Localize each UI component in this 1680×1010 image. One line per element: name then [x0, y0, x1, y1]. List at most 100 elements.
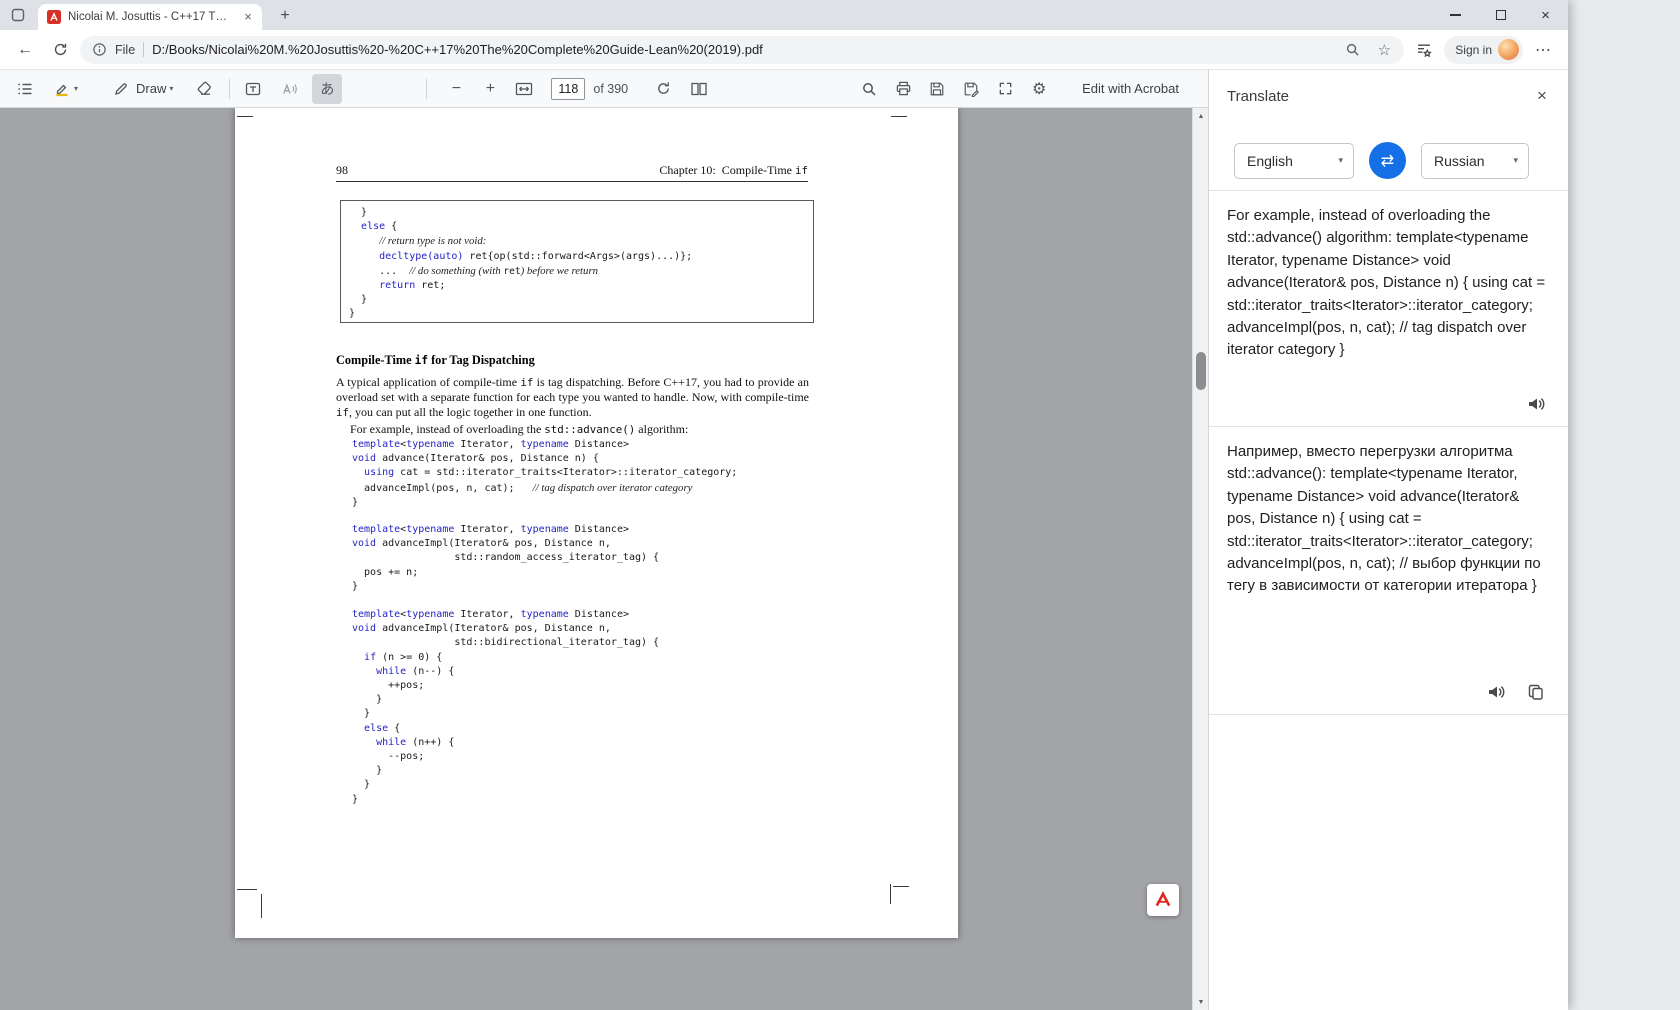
code-line: return ret; [349, 279, 813, 293]
text-segment: Compile-Time [336, 353, 415, 367]
text-segment: typename [406, 439, 455, 450]
tab-close-icon[interactable]: × [240, 9, 256, 25]
print-icon[interactable] [888, 74, 918, 104]
url-field[interactable]: File D:/Books/Nicolai%20M.%20Josuttis%20… [80, 35, 1405, 64]
text-segment: { [385, 221, 398, 233]
code-line: } [352, 693, 659, 707]
swap-languages-button[interactable]: ⇄ [1369, 142, 1406, 179]
scroll-down-icon[interactable]: ▼ [1193, 994, 1208, 1010]
text-segment: if [794, 164, 808, 177]
copy-icon[interactable] [1524, 680, 1548, 704]
text-segment: std::bidirectional_iterator_tag) { [352, 637, 660, 649]
open-in-acrobat-button[interactable] [1147, 884, 1179, 916]
draw-pen-icon[interactable] [108, 74, 134, 104]
text-segment: (n++) { [406, 736, 455, 748]
code-line: else { [352, 722, 659, 736]
window-close-button[interactable]: × [1523, 0, 1568, 30]
draw-dropdown-icon[interactable]: ▾ [169, 84, 173, 93]
text-segment: } [352, 779, 371, 791]
fit-to-width-icon[interactable] [509, 74, 539, 104]
zoom-out-icon[interactable]: − [441, 74, 471, 104]
text-segment: } [349, 308, 356, 320]
text-segment: typename [406, 609, 455, 620]
edit-with-acrobat-button[interactable]: Edit with Acrobat [1072, 74, 1189, 104]
text-segment [349, 221, 361, 232]
refresh-icon[interactable] [45, 35, 75, 65]
sign-in-button[interactable]: Sign in [1444, 35, 1523, 64]
table-of-contents-icon[interactable] [10, 74, 40, 104]
maximize-button[interactable] [1478, 0, 1523, 30]
active-tab[interactable]: Nicolai M. Josuttis - C++17 The C × [38, 4, 262, 30]
info-icon[interactable] [92, 42, 107, 57]
text-segment: else [361, 221, 386, 233]
new-tab-button[interactable]: + [272, 4, 298, 28]
code-line: // return type is not void: [349, 234, 813, 249]
code-line: template<typename Iterator, typename Dis… [352, 523, 659, 537]
text-segment: typename [520, 524, 569, 535]
more-menu-icon[interactable]: ⋯ [1528, 35, 1558, 65]
text-segment: { [388, 722, 401, 734]
save-as-icon[interactable] [956, 74, 986, 104]
read-aloud-icon[interactable] [274, 74, 304, 104]
code-line: while (n--) { [352, 665, 659, 679]
text-segment: Chapter 10: Compile-Time [659, 163, 795, 177]
text-segment: (n--) { [406, 665, 455, 677]
text-segment: algorithm: [635, 422, 689, 436]
text-segment: if [336, 405, 350, 419]
favorites-hub-icon[interactable] [1409, 35, 1439, 65]
target-language-select[interactable]: Russian ▾ [1421, 142, 1529, 179]
running-head: Chapter 10: Compile-Time if [659, 163, 808, 178]
translate-icon[interactable]: あ [312, 73, 343, 104]
toolbar-separator [229, 78, 231, 99]
text-segment: ret; [415, 280, 446, 292]
settings-gear-icon[interactable]: ⚙ [1024, 74, 1054, 104]
text-segment: advance(Iterator& pos, Distance n) { [376, 453, 599, 465]
zoom-in-icon[interactable]: + [475, 74, 505, 104]
framed-code-box: } else { // return type is not void: dec… [340, 200, 814, 323]
listen-target-icon[interactable] [1484, 680, 1508, 704]
text-segment: Distance> [568, 524, 629, 535]
highlight-icon[interactable] [50, 74, 74, 104]
pdf-file-icon [47, 10, 61, 24]
text-segment: } [352, 765, 383, 777]
text-segment: ) before we return [520, 264, 599, 277]
text-segment [352, 652, 364, 663]
text-segment: return [379, 280, 416, 292]
scroll-up-icon[interactable]: ▲ [1193, 108, 1208, 124]
text-segment: Distance> [568, 609, 629, 620]
draw-label[interactable]: Draw [136, 81, 166, 96]
code-line: } [349, 293, 813, 307]
back-icon[interactable]: ← [10, 35, 40, 65]
text-segment: advanceImpl(Iterator& pos, Distance n, [376, 538, 611, 550]
scrollbar-thumb[interactable] [1196, 352, 1206, 390]
code-line: template<typename Iterator, typename Dis… [352, 438, 737, 452]
minimize-button[interactable] [1433, 0, 1478, 30]
rotate-icon[interactable] [648, 74, 678, 104]
add-text-icon[interactable] [238, 74, 268, 104]
search-icon[interactable] [854, 74, 884, 104]
text-segment: void [352, 538, 377, 550]
code-line: ... // do something (with ret) before we… [349, 264, 813, 279]
page-zoom-icon[interactable] [1340, 38, 1364, 62]
fullscreen-icon[interactable] [990, 74, 1020, 104]
body-paragraph: A typical application of compile-time if… [336, 375, 809, 420]
highlight-dropdown-icon[interactable]: ▾ [74, 84, 78, 93]
vertical-scrollbar[interactable]: ▲ ▼ [1192, 108, 1208, 1010]
translate-panel-close-icon[interactable]: × [1528, 82, 1556, 110]
favorite-star-icon[interactable]: ☆ [1372, 38, 1396, 62]
text-segment: if [364, 651, 377, 663]
listen-source-icon[interactable] [1524, 392, 1548, 416]
page-view-icon[interactable] [684, 74, 714, 104]
text-segment: pos += n; [352, 566, 419, 578]
eraser-icon[interactable] [189, 74, 219, 104]
target-text-section: Например, вместо перегрузки алгоритма st… [1209, 427, 1568, 714]
source-text-section: For example, instead of overloading the … [1209, 191, 1568, 426]
source-language-select[interactable]: English ▾ [1234, 142, 1354, 179]
text-segment: } [352, 694, 383, 706]
tab-actions-icon[interactable] [8, 5, 28, 25]
text-segment: Iterator, [454, 609, 521, 620]
save-icon[interactable] [922, 74, 952, 104]
text-segment [352, 666, 376, 677]
page-number-input[interactable] [551, 77, 586, 100]
crop-mark [237, 116, 253, 117]
